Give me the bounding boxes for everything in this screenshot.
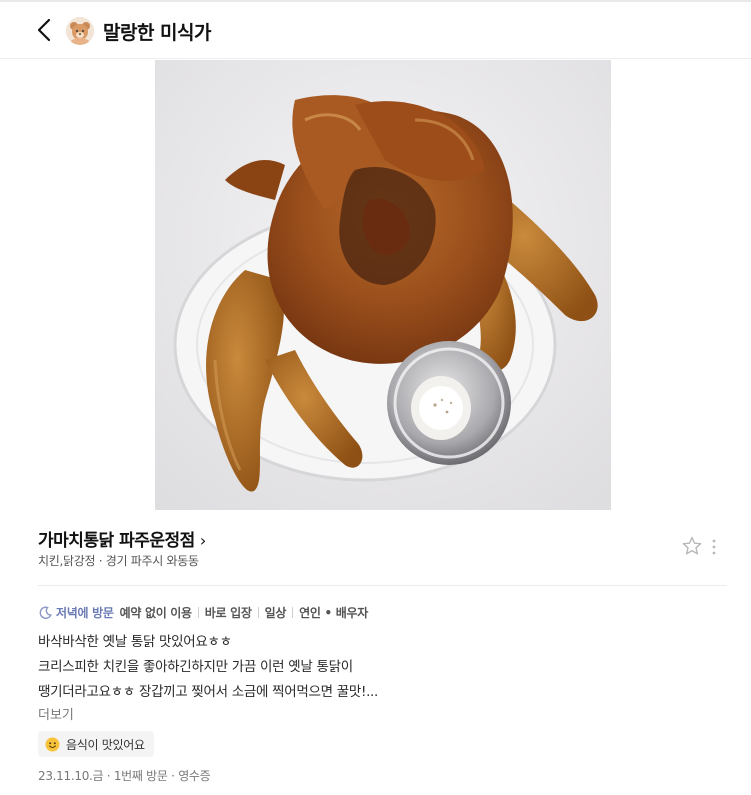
place-meta: 치킨,닭강정 · 경기 파주시 와동동: [38, 554, 199, 568]
place-name-text: 가마치통닭 파주운정점: [38, 531, 195, 551]
keyword-label: 음식이 맛있어요: [66, 737, 145, 752]
tag-separator: [292, 606, 294, 618]
tag-item: 예약 없이 이용: [119, 605, 193, 620]
tag-item: 연인 • 배우자: [299, 605, 368, 620]
divider: [38, 585, 727, 586]
tag-item: 바로 입장: [204, 605, 252, 620]
visit-tags: 저녁에 방문 예약 없이 이용 바로 입장 일상 연인 • 배우자: [39, 603, 368, 621]
header: 말랑한 미식가: [0, 2, 751, 59]
review-line: 크리스피한 치킨을 좋아하긴하지만 가끔 이런 옛날 통닭이: [38, 659, 353, 675]
review-line: 땡기더라고요ㅎㅎ 장갑끼고 찢어서 소금에 찍어먹으면 꿀맛!...: [38, 684, 379, 700]
bear-avatar-icon: [66, 17, 94, 45]
review-photo[interactable]: [155, 60, 611, 510]
tag-separator: [257, 606, 259, 618]
visit-info: 23.11.10.금 · 1번째 방문 · 영수증: [38, 769, 211, 783]
read-more-link[interactable]: 더보기: [38, 704, 74, 723]
tag-separator: [197, 606, 199, 618]
back-arrow-icon[interactable]: [34, 17, 56, 43]
avatar[interactable]: [66, 17, 94, 45]
author-name[interactable]: 말랑한 미식가: [103, 18, 212, 45]
visit-time-tag: 저녁에 방문: [56, 605, 114, 620]
review-line: 바삭바삭한 옛날 통닭 맛있어요ㅎㅎ: [38, 634, 232, 650]
moon-icon: [39, 606, 52, 619]
tag-item: 일상: [264, 605, 287, 620]
chevron-right-icon: ›: [199, 531, 206, 550]
place-name[interactable]: 가마치통닭 파주운정점 ›: [38, 526, 206, 551]
more-vertical-icon[interactable]: [709, 537, 719, 557]
star-outline-icon[interactable]: [681, 535, 703, 557]
smiley-icon: [45, 737, 60, 751]
chicken-photo-illustration: [155, 60, 611, 510]
review-text: 바삭바삭한 옛날 통닭 맛있어요ㅎㅎ 크리스피한 치킨을 좋아하긴하지만 가끔 …: [38, 630, 718, 705]
keyword-chip[interactable]: 음식이 맛있어요: [38, 731, 154, 757]
